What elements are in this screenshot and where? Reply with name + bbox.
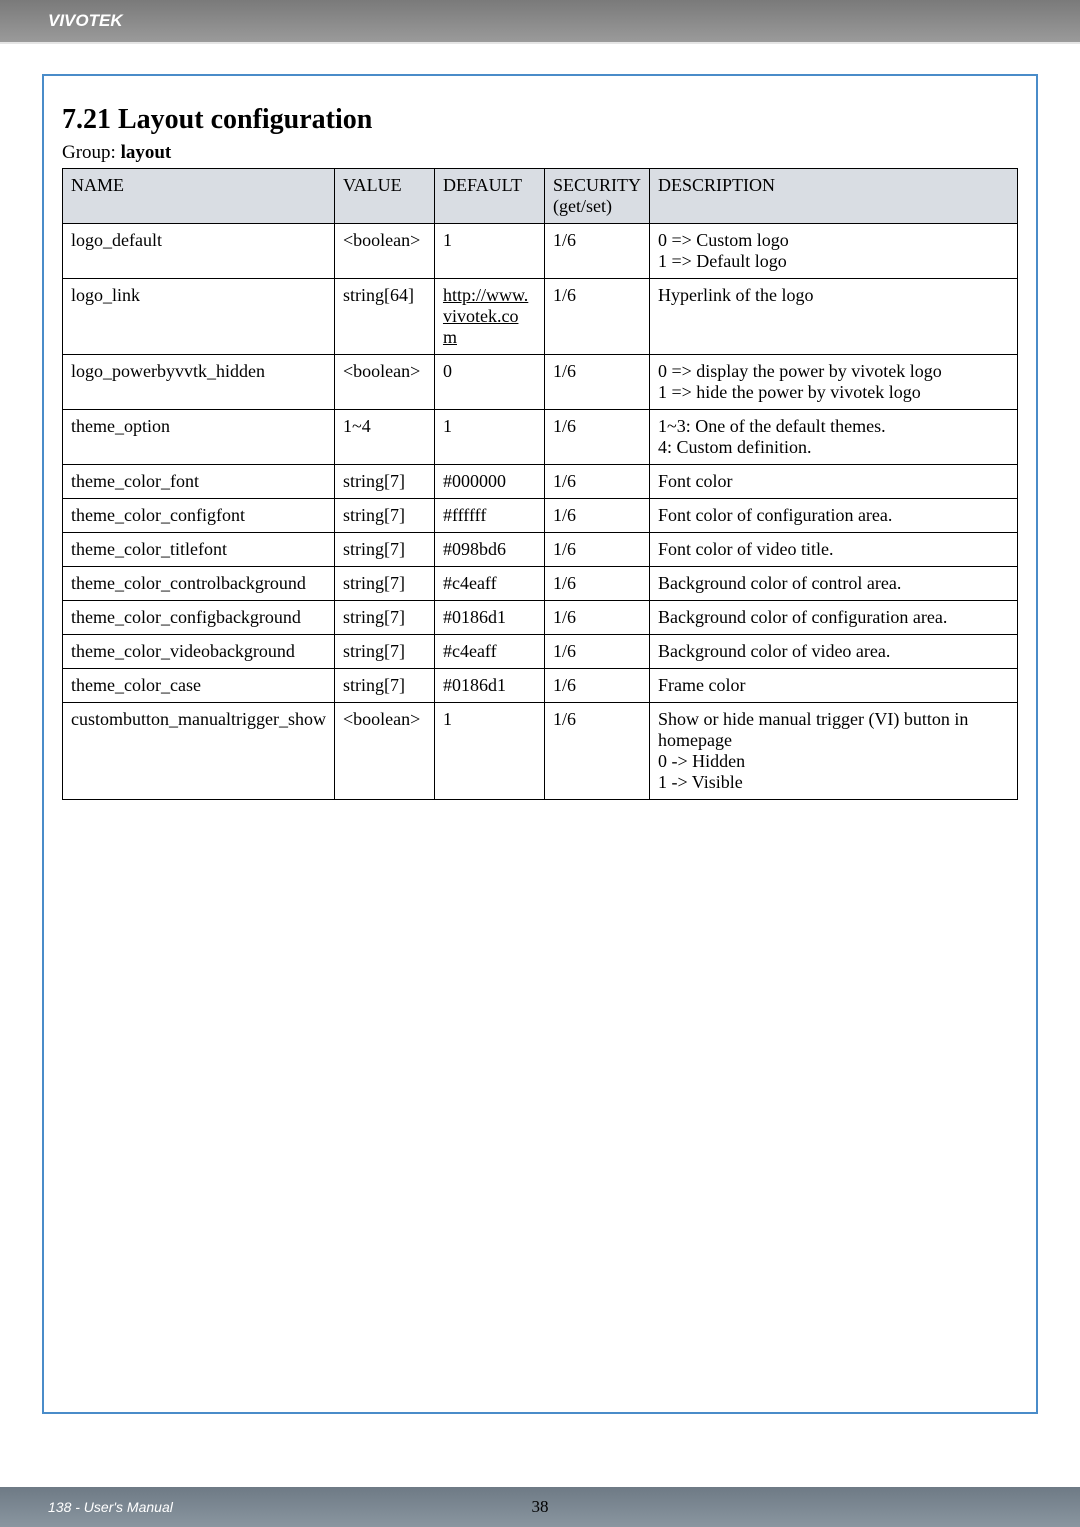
cell-value: <boolean> [334,224,434,279]
cell-value: string[7] [334,567,434,601]
cell-default: #ffffff [434,499,544,533]
brand-label: VIVOTEK [48,11,123,31]
cell-security: 1/6 [544,567,649,601]
table-row: theme_color_fontstring[7]#0000001/6Font … [63,465,1018,499]
footer-left: 138 - User's Manual [48,1499,173,1515]
cell-security: 1/6 [544,465,649,499]
cell-default: 1 [434,703,544,800]
cell-description: Font color of configuration area. [649,499,1017,533]
table-row: theme_color_configfontstring[7]#ffffff1/… [63,499,1018,533]
default-link-part: m [443,327,457,347]
cell-default: #c4eaff [434,635,544,669]
table-row: theme_color_controlbackgroundstring[7]#c… [63,567,1018,601]
cell-value: string[64] [334,279,434,355]
header-security: SECURITY (get/set) [544,169,649,224]
table-row: theme_option1~411/61~3: One of the defau… [63,410,1018,465]
cell-description: Font color [649,465,1017,499]
cell-security: 1/6 [544,355,649,410]
group-label: Group: layout [62,142,1018,164]
cell-default: 1 [434,224,544,279]
cell-default: http://www.vivotek.com [434,279,544,355]
cell-value: string[7] [334,499,434,533]
page-header: VIVOTEK [0,0,1080,44]
default-link-part: vivotek.co [443,306,518,326]
cell-value: string[7] [334,635,434,669]
cell-name: custombutton_manualtrigger_show [63,703,335,800]
cell-default: #0186d1 [434,669,544,703]
group-prefix: Group: [62,142,121,163]
cell-default: #000000 [434,465,544,499]
table-row: custombutton_manualtrigger_show<boolean>… [63,703,1018,800]
table-row: logo_default<boolean>11/60 => Custom log… [63,224,1018,279]
cell-value: 1~4 [334,410,434,465]
default-link-part: http://www. [443,285,528,305]
cell-name: theme_color_controlbackground [63,567,335,601]
cell-description: Font color of video title. [649,533,1017,567]
cell-value: string[7] [334,465,434,499]
cell-value: <boolean> [334,355,434,410]
cell-security: 1/6 [544,410,649,465]
cell-value: string[7] [334,669,434,703]
cell-description: Background color of control area. [649,567,1017,601]
table-row: theme_color_titlefontstring[7]#098bd61/6… [63,533,1018,567]
cell-name: logo_powerbyvvtk_hidden [63,355,335,410]
cell-description: Frame color [649,669,1017,703]
cell-name: theme_option [63,410,335,465]
table-header-row: NAME VALUE DEFAULT SECURITY (get/set) DE… [63,169,1018,224]
cell-value: <boolean> [334,703,434,800]
cell-description: 0 => display the power by vivotek logo 1… [649,355,1017,410]
cell-security: 1/6 [544,635,649,669]
cell-default: 1 [434,410,544,465]
cell-security: 1/6 [544,499,649,533]
cell-name: theme_color_configfont [63,499,335,533]
header-name: NAME [63,169,335,224]
header-security-sub: (get/set) [553,196,641,217]
cell-default: #c4eaff [434,567,544,601]
group-name: layout [121,142,172,163]
table-row: theme_color_configbackgroundstring[7]#01… [63,601,1018,635]
footer-page-number: 38 [532,1497,549,1517]
cell-description: Background color of configuration area. [649,601,1017,635]
cell-description: Hyperlink of the logo [649,279,1017,355]
cell-security: 1/6 [544,601,649,635]
table-row: logo_powerbyvvtk_hidden<boolean>01/60 =>… [63,355,1018,410]
table-row: logo_linkstring[64]http://www.vivotek.co… [63,279,1018,355]
section-title: 7.21 Layout configuration [62,104,1018,136]
table-row: theme_color_casestring[7]#0186d11/6Frame… [63,669,1018,703]
cell-value: string[7] [334,533,434,567]
table-row: theme_color_videobackgroundstring[7]#c4e… [63,635,1018,669]
cell-security: 1/6 [544,224,649,279]
cell-description: Show or hide manual trigger (VI) button … [649,703,1017,800]
cell-value: string[7] [334,601,434,635]
cell-description: Background color of video area. [649,635,1017,669]
header-value: VALUE [334,169,434,224]
cell-name: theme_color_titlefont [63,533,335,567]
cell-security: 1/6 [544,533,649,567]
header-description: DESCRIPTION [649,169,1017,224]
cell-security: 1/6 [544,279,649,355]
cell-name: theme_color_font [63,465,335,499]
cell-name: theme_color_videobackground [63,635,335,669]
content-box: 7.21 Layout configuration Group: layout … [42,74,1038,1414]
parameters-table: NAME VALUE DEFAULT SECURITY (get/set) DE… [62,168,1018,800]
cell-name: logo_default [63,224,335,279]
header-default: DEFAULT [434,169,544,224]
cell-name: theme_color_configbackground [63,601,335,635]
cell-default: 0 [434,355,544,410]
cell-name: theme_color_case [63,669,335,703]
cell-description: 1~3: One of the default themes. 4: Custo… [649,410,1017,465]
cell-default: #0186d1 [434,601,544,635]
page-footer: 138 - User's Manual 38 [0,1487,1080,1527]
cell-security: 1/6 [544,669,649,703]
cell-default: #098bd6 [434,533,544,567]
cell-security: 1/6 [544,703,649,800]
cell-description: 0 => Custom logo 1 => Default logo [649,224,1017,279]
header-security-main: SECURITY [553,175,641,196]
cell-name: logo_link [63,279,335,355]
